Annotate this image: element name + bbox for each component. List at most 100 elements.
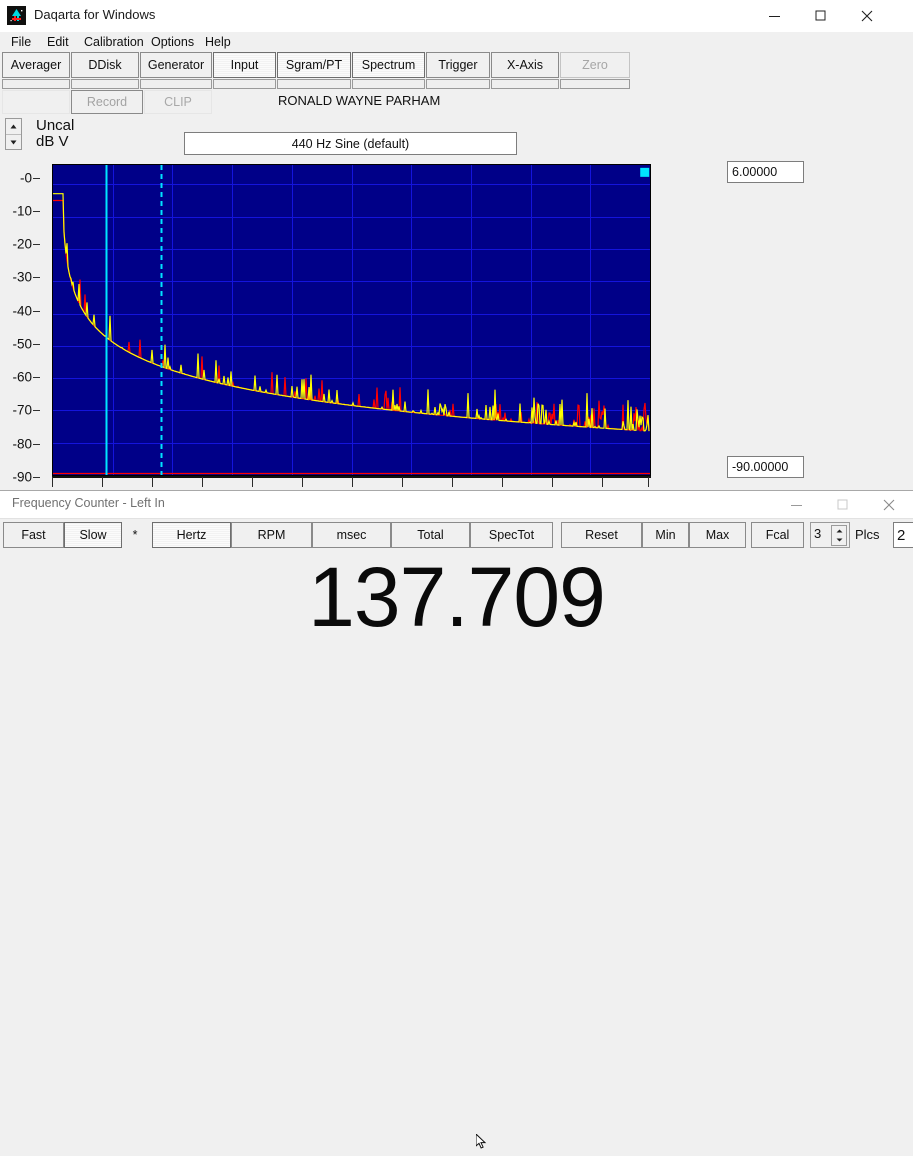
y-axis-tick [33, 277, 40, 278]
module-button-sgram-pt[interactable]: Sgram/PT [277, 52, 351, 78]
close-button[interactable] [844, 0, 890, 32]
menu-item-options[interactable]: Options [148, 34, 197, 50]
menu-item-calibration[interactable]: Calibration [81, 34, 147, 50]
daqarta-application-window: Daqarta for Windows File Edit Calibratio… [0, 0, 913, 1149]
y-axis-tick-label: -20 [12, 236, 32, 252]
status-box [2, 90, 70, 114]
menu-item-file[interactable]: File [8, 34, 34, 50]
y-axis-tick-label: -30 [12, 269, 32, 285]
fc-button-total[interactable]: Total [391, 522, 470, 548]
minimize-button[interactable] [752, 0, 798, 32]
y-axis-tick [33, 211, 40, 212]
frequency-counter-window: Frequency Counter - Left In Fast Slow * … [0, 490, 913, 1149]
module-strip-input[interactable] [213, 79, 276, 89]
mouse-cursor-icon [475, 1132, 488, 1156]
module-strip-zero[interactable] [560, 79, 630, 89]
y-axis-tick-label: -70 [12, 402, 32, 418]
y-axis-tick [33, 377, 40, 378]
edge-count-field[interactable]: 2 [893, 522, 913, 548]
y-axis-tick-label: -80 [12, 436, 32, 452]
module-button-ddisk[interactable]: DDisk [71, 52, 139, 78]
module-strip-generator[interactable] [140, 79, 212, 89]
frequency-counter-title: Frequency Counter - Left In [12, 496, 165, 510]
x-axis-tick [252, 477, 253, 487]
spinner-up-icon[interactable] [6, 119, 21, 134]
module-button-row: Averager DDisk Generator Input Sgram/PT … [0, 52, 913, 90]
daqarta-app-icon [7, 6, 26, 25]
y-axis-tick [33, 311, 40, 312]
x-axis-tick [402, 477, 403, 487]
maximize-button[interactable] [798, 0, 844, 32]
y-axis-units-line1: Uncal [36, 117, 75, 134]
x-axis-tick [502, 477, 503, 487]
x-axis-tick-row [52, 477, 651, 489]
fc-button-spectot[interactable]: SpecTot [470, 522, 553, 548]
fc-button-fcal[interactable]: Fcal [751, 522, 804, 548]
spinner-down-icon[interactable] [6, 135, 21, 150]
fc-button-reset[interactable]: Reset [561, 522, 642, 548]
record-button[interactable]: Record [71, 90, 143, 114]
y-axis-tick [33, 444, 40, 445]
module-strip-averager[interactable] [2, 79, 70, 89]
x-axis-tick [602, 477, 603, 487]
places-stepper[interactable]: 3 [810, 522, 850, 548]
y-range-spinner[interactable] [5, 118, 22, 150]
module-strip-x-axis[interactable] [491, 79, 559, 89]
module-strip-sgram-pt[interactable] [277, 79, 351, 89]
spectrum-canvas [53, 165, 650, 475]
frequency-counter-title-bar: Frequency Counter - Left In [0, 491, 913, 519]
module-button-generator[interactable]: Generator [140, 52, 212, 78]
frequency-counter-close-button[interactable] [866, 491, 912, 518]
menu-bar: File Edit Calibration Options Help [0, 32, 913, 52]
y-axis-tick-label: -10 [12, 203, 32, 219]
fc-button-fast[interactable]: Fast [3, 522, 64, 548]
menu-item-edit[interactable]: Edit [44, 34, 72, 50]
y-axis-tick [33, 410, 40, 411]
module-strip-spectrum[interactable] [352, 79, 425, 89]
places-spinner-up-icon[interactable] [832, 526, 846, 536]
x-axis-tick [352, 477, 353, 487]
places-label: Plcs [855, 527, 880, 542]
module-button-spectrum[interactable]: Spectrum [352, 52, 425, 78]
fc-button-rpm[interactable]: RPM [231, 522, 312, 548]
frequency-counter-minimize-button[interactable] [774, 491, 820, 518]
frequency-readout: 137.709 [308, 550, 606, 644]
y-axis-tick-label: -50 [12, 336, 32, 352]
y-axis-tick-label: -90 [12, 469, 32, 485]
clip-indicator: CLIP [144, 90, 212, 114]
menu-item-help[interactable]: Help [202, 34, 234, 50]
x-axis-tick [648, 477, 649, 487]
places-spinner-down-icon[interactable] [832, 536, 846, 546]
places-spinner[interactable] [831, 525, 847, 546]
x-axis-tick [452, 477, 453, 487]
module-button-averager[interactable]: Averager [2, 52, 70, 78]
fc-button-slow[interactable]: Slow [64, 522, 122, 548]
x-axis-tick [302, 477, 303, 487]
fc-star-indicator: * [132, 528, 138, 542]
x-axis-tick [152, 477, 153, 487]
y-axis-tick-label: -0 [19, 170, 32, 186]
y-axis-units: Uncal dB V [36, 118, 74, 150]
fc-button-max[interactable]: Max [689, 522, 746, 548]
license-owner-label: RONALD WAYNE PARHAM [278, 93, 441, 108]
module-strip-ddisk[interactable] [71, 79, 139, 89]
module-button-x-axis[interactable]: X-Axis [491, 52, 559, 78]
frequency-counter-maximize-button[interactable] [820, 491, 866, 518]
module-button-input[interactable]: Input [213, 52, 276, 78]
module-strip-trigger[interactable] [426, 79, 490, 89]
y-axis-tick-label: -60 [12, 369, 32, 385]
x-axis-tick [202, 477, 203, 487]
fc-button-msec[interactable]: msec [312, 522, 391, 548]
y-axis-label-column: -0 -10 -20 -30 -40 -50 -60 -70 -80 -90 [0, 164, 40, 485]
y-axis-tick [33, 344, 40, 345]
fc-button-min[interactable]: Min [642, 522, 689, 548]
y-axis-tick [33, 244, 40, 245]
y-min-value-field[interactable]: -90.00000 [727, 456, 804, 478]
y-axis-tick [33, 178, 40, 179]
y-max-value-field[interactable]: 6.00000 [727, 161, 804, 183]
y-axis-tick-label: -40 [12, 303, 32, 319]
fc-button-hertz[interactable]: Hertz [152, 522, 231, 548]
spectrum-plot[interactable] [52, 164, 651, 476]
module-button-trigger[interactable]: Trigger [426, 52, 490, 78]
spectrum-title-field[interactable]: 440 Hz Sine (default) [184, 132, 517, 155]
